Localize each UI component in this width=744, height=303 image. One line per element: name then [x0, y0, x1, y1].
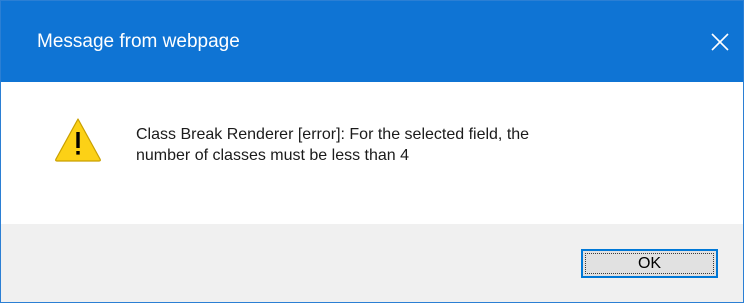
warning-icon: [55, 118, 101, 162]
dialog-content: Class Break Renderer [error]: For the se…: [1, 82, 743, 224]
ok-button[interactable]: OK: [581, 249, 718, 278]
title-bar: Message from webpage: [1, 1, 743, 82]
dialog-footer: OK: [1, 224, 743, 302]
message-line-1: Class Break Renderer [error]: For the se…: [136, 126, 530, 143]
dialog-title: Message from webpage: [37, 31, 240, 52]
close-button[interactable]: [697, 1, 743, 82]
error-message: Class Break Renderer [error]: For the se…: [136, 124, 726, 166]
message-line-2: number of classes must be less than 4: [136, 147, 410, 164]
close-icon: [711, 32, 729, 51]
message-dialog: Message from webpage Class Break Rendere…: [0, 0, 744, 303]
